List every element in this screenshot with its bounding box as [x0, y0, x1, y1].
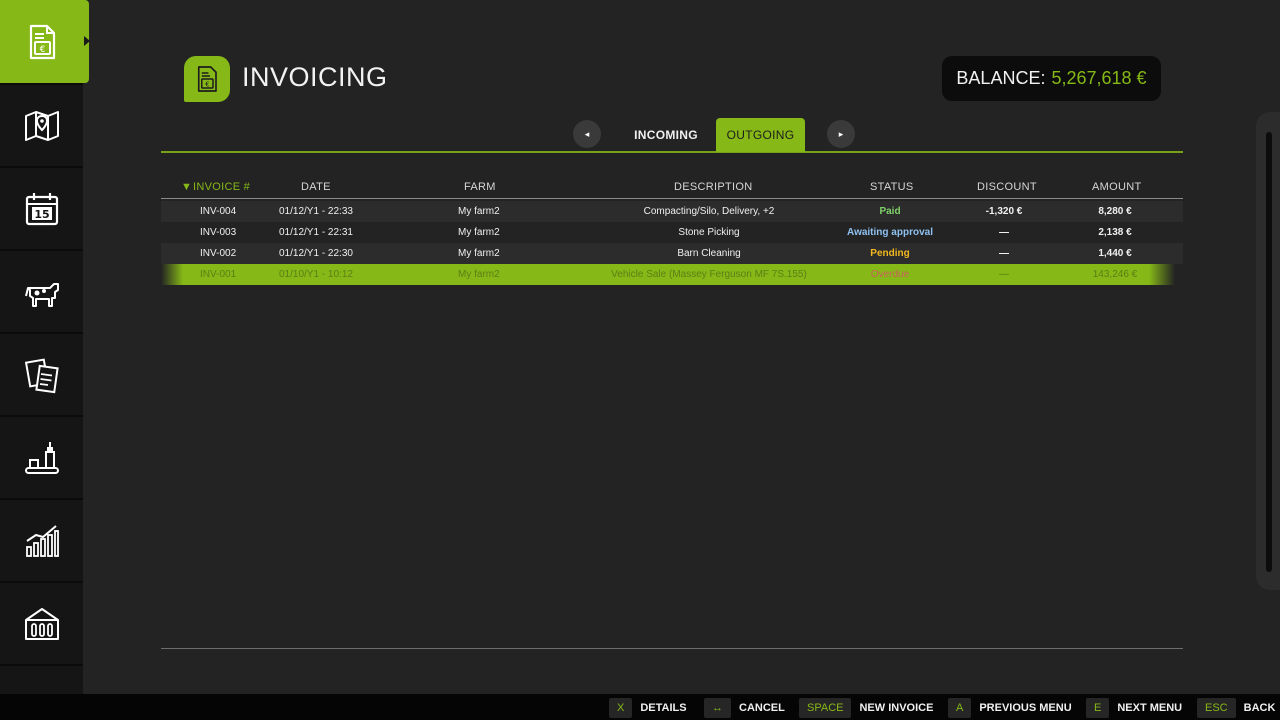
balance-value: 5,267,618 €: [1051, 68, 1147, 88]
cell-status: Awaiting approval: [847, 227, 933, 238]
cell-date: 01/12/Y1 - 22:31: [279, 227, 353, 238]
sort-indicator-icon: ▼: [181, 181, 193, 193]
farm-buildings-icon: [24, 607, 59, 640]
page-title-icon: €: [184, 56, 230, 102]
key-esc: ESC: [1197, 698, 1236, 718]
active-arrow-icon: [84, 36, 90, 46]
cell-amount: 2,138 €: [1098, 227, 1132, 238]
cell-discount: -1,320 €: [985, 206, 1023, 217]
table-row[interactable]: INV-004 01/12/Y1 - 22:33 My farm2 Compac…: [161, 201, 1183, 222]
cell-status: Overdue: [870, 269, 910, 280]
cell-farm: My farm2: [458, 206, 500, 217]
key-arrows: ↔: [704, 698, 731, 718]
tab-incoming[interactable]: INCOMING: [626, 118, 706, 152]
svg-text:€: €: [39, 45, 45, 55]
balance-label: BALANCE:: [956, 68, 1046, 88]
production-icon: [24, 441, 59, 474]
cell-farm: My farm2: [458, 248, 500, 259]
sidebar-item-contracts[interactable]: [0, 334, 83, 415]
hint-label: NEXT MENU: [1117, 702, 1183, 714]
column-status[interactable]: STATUS: [870, 181, 914, 193]
column-amount[interactable]: AMOUNT: [1092, 181, 1141, 193]
column-invoice[interactable]: INVOICE #: [193, 181, 250, 193]
hint-cancel[interactable]: ↔ CANCEL: [704, 698, 785, 718]
sidebar-item-invoicing[interactable]: €: [0, 0, 83, 83]
statistics-icon: [25, 524, 59, 557]
sidebar-item-production[interactable]: [0, 417, 83, 498]
cell-description: Barn Cleaning: [677, 248, 741, 259]
hint-label: NEW INVOICE: [859, 702, 934, 714]
sidebar-item-calendar[interactable]: 15: [0, 168, 83, 249]
cell-discount: —: [999, 248, 1009, 259]
hint-label: CANCEL: [739, 702, 785, 714]
table-row[interactable]: INV-003 01/12/Y1 - 22:31 My farm2 Stone …: [161, 222, 1183, 243]
key-e: E: [1086, 698, 1110, 718]
sidebar-item-animals[interactable]: [0, 251, 83, 332]
column-farm[interactable]: FARM: [464, 181, 496, 193]
calendar-icon: 15: [25, 192, 58, 225]
cell-status: Paid: [879, 206, 901, 217]
contracts-icon: [24, 357, 59, 393]
cell-discount: —: [999, 227, 1009, 238]
sidebar-item-farm-buildings[interactable]: [0, 583, 83, 664]
hint-label: PREVIOUS MENU: [979, 702, 1072, 714]
cell-description: Stone Picking: [678, 227, 740, 238]
sidebar-item-map[interactable]: [0, 85, 83, 166]
balance-box: BALANCE: 5,267,618 €: [942, 56, 1161, 101]
tab-prev-button[interactable]: ◂: [573, 120, 601, 148]
sidebar: € 15: [0, 0, 83, 694]
table-row[interactable]: INV-002 01/12/Y1 - 22:30 My farm2 Barn C…: [161, 243, 1183, 264]
hint-new-invoice[interactable]: SPACE NEW INVOICE: [799, 698, 933, 718]
table-bottom-divider: [161, 648, 1183, 649]
tab-outgoing[interactable]: OUTGOING: [716, 118, 805, 152]
table-row-selected[interactable]: INV-001 01/10/Y1 - 10:12 My farm2 Vehicl…: [161, 264, 1183, 285]
cell-invoice: INV-001: [200, 269, 237, 280]
scrollbar-thumb[interactable]: [1266, 132, 1272, 572]
column-date[interactable]: DATE: [301, 181, 331, 193]
hint-back[interactable]: ESC BACK: [1197, 698, 1275, 718]
cell-status: Pending: [870, 248, 910, 259]
cell-date: 01/10/Y1 - 10:12: [279, 269, 353, 280]
tab-next-button[interactable]: ▸: [827, 120, 855, 148]
hint-previous-menu[interactable]: A PREVIOUS MENU: [948, 698, 1072, 718]
cell-description: Compacting/Silo, Delivery, +2: [643, 206, 775, 217]
calendar-day: 15: [34, 208, 49, 221]
hint-next-menu[interactable]: E NEXT MENU: [1086, 698, 1182, 718]
cell-date: 01/12/Y1 - 22:33: [279, 206, 353, 217]
cell-farm: My farm2: [458, 269, 500, 280]
cell-amount: 1,440 €: [1098, 248, 1132, 259]
hint-label: DETAILS: [640, 702, 687, 714]
tab-divider: [161, 151, 1183, 153]
cell-invoice: INV-004: [200, 206, 237, 217]
cell-amount: 8,280 €: [1098, 206, 1132, 217]
animals-icon: [24, 282, 59, 307]
more-icon: [22, 687, 62, 695]
key-space: SPACE: [799, 698, 852, 718]
cell-discount: —: [999, 269, 1009, 280]
svg-text:€: €: [205, 81, 209, 89]
cell-farm: My farm2: [458, 227, 500, 238]
map-icon: [24, 110, 59, 141]
cell-invoice: INV-002: [200, 248, 237, 259]
cell-amount: 143,246 €: [1092, 269, 1138, 280]
cell-date: 01/12/Y1 - 22:30: [279, 248, 353, 259]
key-a: A: [948, 698, 972, 718]
table-header: ▼ INVOICE # DATE FARM DESCRIPTION STATUS…: [161, 178, 1183, 199]
page-title: INVOICING: [242, 62, 388, 92]
hint-details[interactable]: X DETAILS: [609, 698, 687, 718]
hint-label: BACK: [1243, 702, 1276, 714]
column-discount[interactable]: DISCOUNT: [977, 181, 1037, 193]
key-x: X: [609, 698, 633, 718]
column-description[interactable]: DESCRIPTION: [674, 181, 752, 193]
sidebar-item-statistics[interactable]: [0, 500, 83, 581]
cell-description: Vehicle Sale (Massey Ferguson MF 7S.155): [611, 269, 807, 280]
invoice-icon: €: [197, 66, 217, 92]
cell-invoice: INV-003: [200, 227, 237, 238]
invoice-icon: €: [29, 24, 55, 59]
sidebar-item-more[interactable]: [0, 666, 83, 694]
